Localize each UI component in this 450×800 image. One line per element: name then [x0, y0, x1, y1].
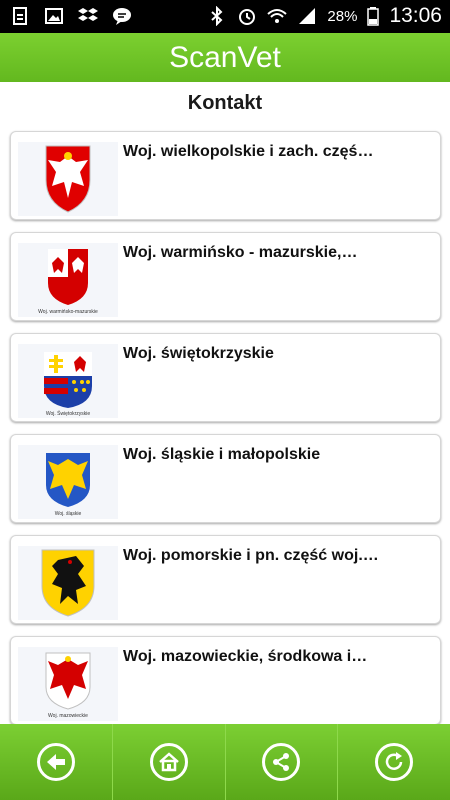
signal-icon — [299, 8, 316, 24]
home-icon — [158, 752, 179, 772]
region-list: Woj. wielkopolskie i zach. częś… Woj. wa… — [10, 131, 441, 737]
share-icon — [273, 753, 290, 771]
region-label: Woj. świętokrzyskie — [123, 345, 274, 362]
emblem-caption: Woj. warmińsko-mazurskie — [38, 309, 98, 315]
region-label: Woj. pomorskie i pn. część woj.… — [123, 547, 379, 564]
clock: 13:06 — [389, 4, 442, 27]
region-card[interactable]: Woj. śląskie Woj. śląskie i małopolskie — [10, 434, 441, 523]
region-label: Woj. mazowieckie, środkowa i… — [123, 648, 368, 665]
gallery-icon — [45, 8, 63, 24]
cross-eagle-emblem: Woj. Świętokrzyskie — [18, 344, 118, 418]
sim-icon — [13, 7, 27, 25]
refresh-button[interactable] — [338, 724, 450, 800]
app-bar: ScanVet — [0, 33, 450, 82]
back-button[interactable] — [0, 724, 113, 800]
region-card[interactable]: Woj. wielkopolskie i zach. częś… — [10, 131, 441, 220]
page-heading: Kontakt — [187, 92, 263, 114]
dropbox-icon — [78, 8, 98, 21]
region-label: Woj. wielkopolskie i zach. częś… — [123, 143, 374, 160]
region-card[interactable]: Woj. Świętokrzyskie Woj. świętokrzyskie — [10, 333, 441, 422]
region-card[interactable]: Woj. mazowieckie Woj. mazowieckie, środk… — [10, 636, 441, 725]
red-eagle-emblem: Woj. mazowieckie — [18, 647, 118, 721]
emblem-caption: Woj. Świętokrzyskie — [46, 409, 91, 417]
region-label: Woj. warmińsko - mazurskie,… — [123, 244, 358, 261]
eagle-emblem: Woj. warmińsko-mazurskie — [18, 243, 118, 317]
home-button[interactable] — [112, 724, 226, 800]
alarm-icon — [239, 9, 256, 25]
app-title: ScanVet — [169, 41, 281, 74]
bottom-nav — [0, 724, 450, 800]
status-bar: 28% 13:06 — [0, 0, 450, 33]
golden-eagle-emblem: Woj. śląskie — [18, 445, 118, 519]
region-label: Woj. śląskie i małopolskie — [123, 446, 321, 463]
share-button[interactable] — [225, 724, 339, 800]
region-card[interactable]: Woj. warmińsko-mazurskie Woj. warmińsko … — [10, 232, 441, 321]
emblem-caption: Woj. śląskie — [55, 511, 82, 517]
back-arrow-icon — [46, 754, 65, 770]
battery-icon — [367, 7, 380, 26]
refresh-icon — [385, 752, 403, 770]
chat-icon — [113, 8, 131, 25]
region-card[interactable]: Woj. pomorskie i pn. część woj.… — [10, 535, 441, 624]
battery-percent: 28% — [327, 7, 358, 25]
eagle-emblem — [18, 142, 118, 216]
griffin-emblem — [18, 546, 118, 620]
emblem-caption: Woj. mazowieckie — [48, 713, 88, 719]
wifi-icon — [267, 9, 288, 23]
bluetooth-icon — [211, 6, 223, 26]
